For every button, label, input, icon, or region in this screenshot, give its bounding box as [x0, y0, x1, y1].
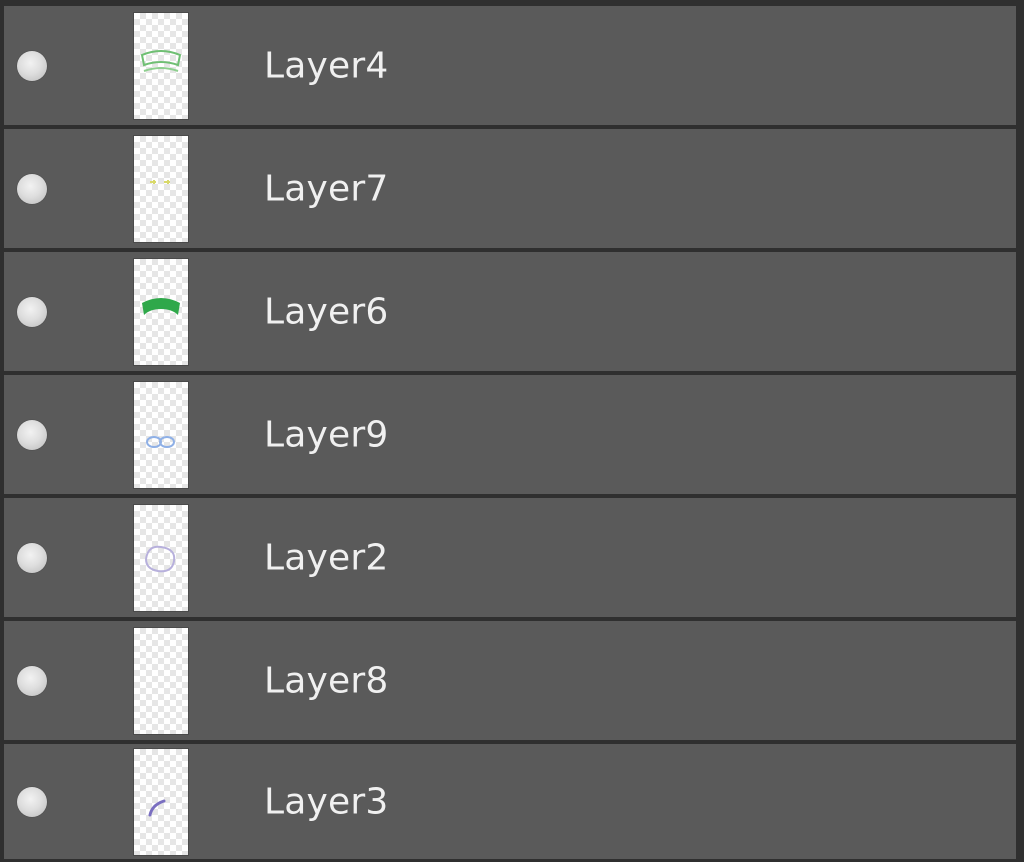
blue-loops-icon: [146, 435, 175, 448]
yellow-dots-icon: [150, 179, 170, 184]
layer-row-layer3[interactable]: Layer3: [4, 744, 1016, 859]
layer-thumbnail: [134, 381, 188, 488]
layer-name: Layer6: [264, 291, 389, 332]
green-solid-shape-icon: [142, 297, 180, 315]
layer-row-layer2[interactable]: Layer2: [4, 498, 1016, 617]
visibility-toggle-icon[interactable]: [17, 542, 47, 573]
layer-name: Layer9: [264, 414, 389, 455]
layer-row-layer7[interactable]: Layer7: [4, 129, 1016, 248]
layer-row-layer8[interactable]: Layer8: [4, 621, 1016, 740]
layer-name: Layer8: [264, 660, 389, 701]
visibility-toggle-icon[interactable]: [17, 296, 47, 327]
green-outline-arc-icon: [140, 49, 182, 72]
layer-thumbnail: [134, 135, 188, 242]
layer-name: Layer7: [264, 168, 389, 209]
layer-thumbnail: [134, 258, 188, 365]
empty-thumbnail-icon: [134, 628, 188, 734]
layer-name: Layer3: [264, 781, 389, 822]
layer-name: Layer4: [264, 45, 389, 86]
layer-thumbnail: [134, 748, 188, 855]
visibility-toggle-icon[interactable]: [17, 786, 47, 817]
layer-thumbnail: [134, 627, 188, 734]
layer-row-layer4[interactable]: Layer4: [4, 6, 1016, 125]
layer-row-layer6[interactable]: Layer6: [4, 252, 1016, 371]
layer-thumbnail: [134, 12, 188, 119]
lavender-circle-icon: [145, 545, 176, 572]
layer-thumbnail: [134, 504, 188, 611]
visibility-toggle-icon[interactable]: [17, 665, 47, 696]
purple-arc-icon: [148, 799, 166, 816]
layer-name: Layer2: [264, 537, 389, 578]
layers-panel: Layer4 Layer7 Layer6 Layer9 Layer2 Layer…: [4, 6, 1016, 862]
visibility-toggle-icon[interactable]: [17, 419, 47, 450]
visibility-toggle-icon[interactable]: [17, 173, 47, 204]
layer-row-layer9[interactable]: Layer9: [4, 375, 1016, 494]
visibility-toggle-icon[interactable]: [17, 50, 47, 81]
